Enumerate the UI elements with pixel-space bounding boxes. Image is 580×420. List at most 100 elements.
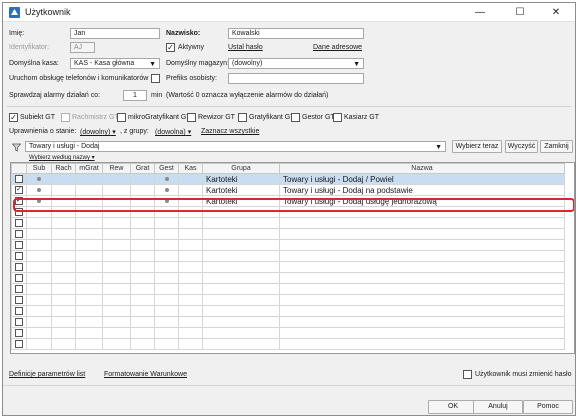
role-checkbox[interactable] (117, 113, 126, 122)
row-checkbox[interactable] (15, 252, 23, 261)
column-header[interactable]: Grupa (202, 163, 280, 174)
role-checkbox[interactable] (61, 113, 70, 122)
row-checkbox-cell: ✓ (11, 184, 27, 196)
role-checkbox[interactable] (187, 113, 196, 122)
close-button[interactable]: ✕ (541, 3, 571, 22)
ok-button[interactable]: OK (428, 400, 478, 414)
clear-button[interactable]: Wyczyść (505, 140, 538, 153)
row-checkbox[interactable] (15, 307, 23, 316)
column-header[interactable] (11, 163, 27, 174)
table-row-empty[interactable] (11, 283, 565, 295)
row-checkbox[interactable] (15, 263, 23, 272)
role-checkbox[interactable] (291, 113, 300, 122)
prefix-input[interactable] (228, 73, 364, 84)
minimize-button[interactable]: — (465, 3, 495, 22)
alarms-interval-input[interactable]: 1 (123, 90, 147, 101)
table-row-empty[interactable] (11, 217, 565, 229)
empty-cell (26, 239, 52, 251)
group-cell: Kartoteki (202, 173, 280, 185)
role-checkbox[interactable] (238, 113, 247, 122)
empty-cell (130, 217, 155, 229)
column-header[interactable]: Sub (26, 163, 52, 174)
column-header[interactable]: Rach (51, 163, 76, 174)
empty-cell (51, 217, 76, 229)
default-cash-select[interactable]: KAS - Kasa główna ▼ (70, 58, 160, 69)
column-header[interactable]: Rew (102, 163, 131, 174)
row-checkbox[interactable]: ✓ (15, 197, 23, 206)
permission-cell (75, 184, 103, 196)
permissions-state-dropdown[interactable]: (dowolny) ▾ (80, 128, 116, 136)
active-checkbox[interactable]: ✓ (166, 43, 175, 52)
row-checkbox[interactable] (15, 219, 23, 228)
sort-by-name-dropdown[interactable]: Wybierz według nazwy ▾ (29, 154, 95, 161)
set-password-link[interactable]: Ustal hasło (228, 44, 263, 51)
table-row-empty[interactable] (11, 305, 565, 317)
list-params-link[interactable]: Definicje parametrów list (9, 371, 85, 378)
column-header[interactable]: Kas (178, 163, 203, 174)
row-checkbox[interactable]: ✓ (15, 186, 23, 195)
default-warehouse-select[interactable]: (dowolny) ▼ (228, 58, 364, 69)
table-row-empty[interactable] (11, 239, 565, 251)
first-name-input[interactable]: Jan (70, 28, 160, 39)
divider (7, 106, 571, 107)
select-all-link[interactable]: Zaznacz wszystkie (201, 128, 259, 135)
cancel-button[interactable]: Anuluj (473, 400, 523, 414)
empty-cell (26, 327, 52, 339)
address-data-link[interactable]: Dane adresowe (313, 44, 362, 51)
permission-cell (75, 195, 103, 207)
filter-select[interactable]: Towary i usługi - Dodaj ▼ (25, 141, 446, 152)
table-row-empty[interactable] (11, 250, 565, 262)
empty-cell (279, 239, 565, 251)
maximize-button[interactable]: ☐ (505, 3, 535, 22)
role-checkbox[interactable]: ✓ (9, 113, 18, 122)
table-row-empty[interactable] (11, 272, 565, 284)
column-header[interactable]: Grat (130, 163, 155, 174)
row-checkbox[interactable] (15, 241, 23, 250)
permissions-group-label: , z grupy: (120, 128, 149, 135)
conditional-formatting-link[interactable]: Formatowanie Warunkowe (104, 371, 187, 378)
empty-cell (26, 228, 52, 240)
alarms-label: Sprawdzaj alarmy działań co: (9, 92, 101, 99)
row-checkbox[interactable] (15, 274, 23, 283)
empty-cell (154, 272, 179, 284)
table-row-empty[interactable] (11, 206, 565, 218)
table-row-empty[interactable] (11, 327, 565, 339)
column-header[interactable]: Gest (154, 163, 179, 174)
table-row[interactable]: ✓ Kartoteki Towary i usługi - Dodaj usługę… (11, 195, 565, 207)
row-checkbox[interactable] (15, 340, 23, 349)
permissions-group-dropdown[interactable]: (dowolna) ▾ (155, 128, 191, 136)
row-checkbox[interactable] (15, 208, 23, 217)
empty-cell (130, 327, 155, 339)
table-row-empty[interactable] (11, 338, 565, 350)
column-header[interactable]: Nazwa (279, 163, 565, 174)
table-row-empty[interactable] (11, 316, 565, 328)
table-row-empty[interactable] (11, 228, 565, 240)
table-row-empty[interactable] (11, 294, 565, 306)
row-checkbox[interactable] (15, 230, 23, 239)
empty-cell (279, 294, 565, 306)
close-filter-button[interactable]: Zamknij (540, 140, 573, 153)
role-checkbox[interactable] (333, 113, 342, 122)
row-checkbox[interactable] (15, 296, 23, 305)
last-name-input[interactable]: Kowalski (228, 28, 364, 39)
must-change-password-checkbox[interactable] (463, 370, 472, 379)
column-header[interactable]: mGrat (75, 163, 103, 174)
empty-cell (26, 305, 52, 317)
table-row-empty[interactable] (11, 261, 565, 273)
row-checkbox-cell (11, 327, 27, 339)
empty-cell (75, 261, 103, 273)
row-checkbox[interactable] (15, 329, 23, 338)
row-checkbox[interactable] (15, 318, 23, 327)
default-cash-value: KAS - Kasa główna (74, 60, 135, 67)
help-button[interactable]: Pomoc (523, 400, 573, 414)
table-row[interactable]: ✓ Kartoteki Towary i usługi - Dodaj na pod… (11, 184, 565, 196)
row-checkbox[interactable] (15, 175, 23, 184)
identifier-input[interactable]: AJ (70, 42, 95, 53)
phone-support-checkbox[interactable] (151, 74, 160, 83)
select-now-button[interactable]: Wybierz teraz (452, 140, 502, 153)
row-checkbox[interactable] (15, 285, 23, 294)
empty-cell (51, 338, 76, 350)
active-label: Aktywny (178, 44, 205, 51)
empty-cell (130, 305, 155, 317)
table-row[interactable]: Kartoteki Towary i usługi - Dodaj / Powie… (11, 173, 565, 185)
